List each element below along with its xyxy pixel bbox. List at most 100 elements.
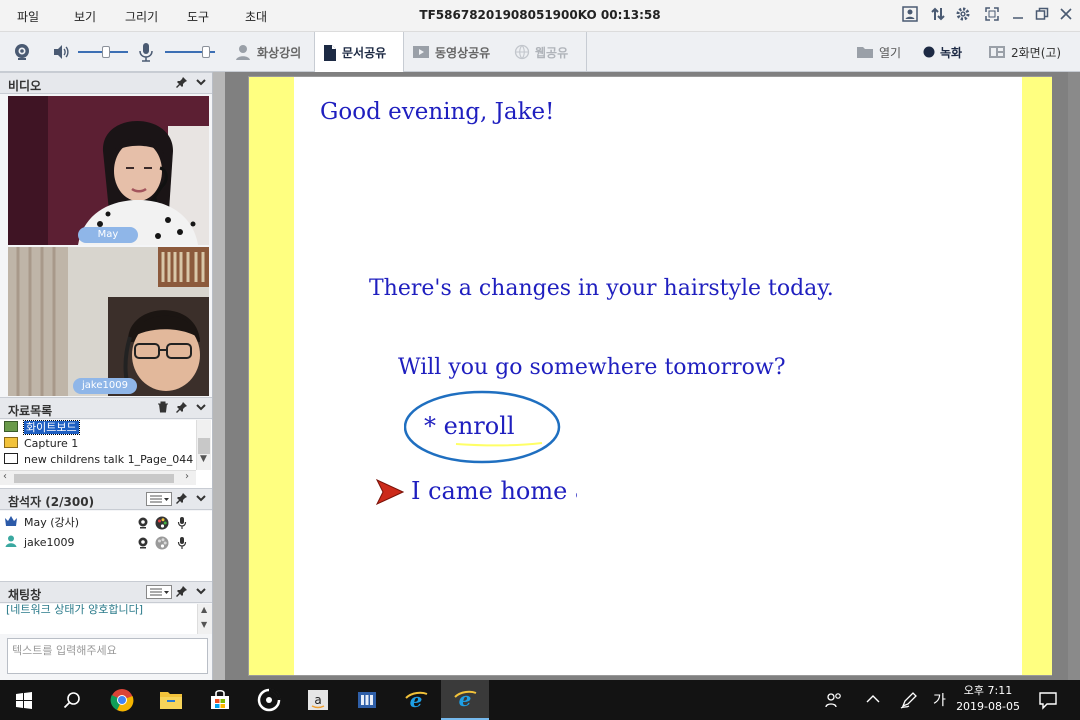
class-app-icon [358,692,376,708]
mic-status-icon [177,536,187,553]
transfer-icon[interactable] [928,6,948,26]
materials-panel-title: 자료목록 [8,404,53,418]
materials-panel-header: 자료목록 [0,397,212,419]
menu-file[interactable]: 파일 [17,8,39,25]
internet-explorer-icon: e [405,688,428,712]
student-video-image [8,247,209,396]
toolbar: 화상강의 문서공유 동영상공유 웹공유 열기 녹화 2화면(고) [0,32,1080,73]
participants-panel-header: 참석자 (2/300) [0,488,212,510]
instructor-video-image [8,96,209,245]
chat-input[interactable]: 텍스트를 입력해주세요 [7,638,208,674]
notification-icon[interactable] [1038,690,1058,713]
taskbar-clock[interactable]: 오후 7:11 2019-08-05 [956,683,1020,715]
chrome-app[interactable] [98,680,146,720]
person-icon [5,535,17,547]
menu-tools[interactable]: 도구 [187,8,209,25]
profile-icon[interactable] [900,6,920,26]
materials-horizontal-scrollbar[interactable]: ‹ › [0,470,196,485]
taskbar: a e e 가 오후 7:11 2019-08-05 [0,680,1080,720]
people-icon[interactable] [825,692,843,711]
list-item-capture[interactable]: Capture 1 [4,436,194,452]
chevron-up-icon[interactable] [866,693,880,708]
speaker-volume-knob[interactable] [102,46,110,58]
media-app[interactable] [245,680,293,720]
layout-button[interactable]: 2화면(고) [980,32,1076,72]
tab-document-share[interactable]: 문서공유 [314,32,404,73]
menu-invite[interactable]: 초대 [245,8,267,25]
chevron-down-icon[interactable] [194,492,208,506]
tab-web-share[interactable]: 웹공유 [506,32,586,72]
record-button[interactable]: 녹화 [915,32,977,72]
chat-options-toggle[interactable] [146,585,172,599]
menu-view[interactable]: 보기 [74,8,96,25]
pin-icon[interactable] [175,401,189,415]
pen-icon[interactable] [900,691,918,712]
amazon-app[interactable]: a [294,680,342,720]
gear-icon[interactable] [953,6,973,26]
globe-icon [514,44,530,60]
chevron-down-icon[interactable] [194,585,208,599]
video-name-label: May [78,227,138,243]
chat-message: [네트워크 상태가 양호합니다] [6,604,144,616]
mic-volume-knob[interactable] [202,46,210,58]
store-icon [211,689,229,709]
start-button[interactable] [0,680,48,720]
layout-icon [989,46,1005,58]
chevron-down-icon[interactable] [194,401,208,415]
chevron-down-icon[interactable] [194,76,208,90]
chat-panel-header: 채팅창 [0,581,212,603]
chat-scrollbar[interactable]: ▲ ▼ [197,604,212,634]
slide-left-margin [249,77,294,675]
scroll-down-icon[interactable]: ▼ [201,620,207,629]
ie-app-active[interactable]: e [441,680,489,720]
webcam-status-icon [137,537,149,552]
scroll-up-icon[interactable]: ▲ [201,605,207,614]
chrome-icon [110,689,134,712]
palette-icon[interactable] [155,516,169,533]
participants-panel-title: 참석자 (2/300) [8,495,95,509]
tab-video-lecture[interactable]: 화상강의 [226,32,314,72]
list-item-page[interactable]: new childrens talk 1_Page_044 [4,452,194,468]
disc-icon [257,688,281,712]
file-explorer-app[interactable] [147,680,195,720]
slide-line-tomorrow: Will you go somewhere tomorrow? [398,355,786,380]
slide-line-cropped: I came home a [411,477,577,511]
open-button[interactable]: 열기 [848,32,910,72]
whiteboard-icon [4,421,18,432]
folder-icon [857,47,873,58]
trash-icon[interactable] [156,401,170,415]
scroll-down-icon[interactable]: ▼ [200,454,207,464]
tab-video-share[interactable]: 동영상공유 [404,32,506,72]
fullscreen-icon[interactable] [982,6,1002,26]
search-button[interactable] [48,680,96,720]
participants-list: May (강사) jake1009 [0,511,212,581]
pin-icon[interactable] [175,492,189,506]
scroll-left-icon[interactable]: ‹ [3,471,7,482]
mic-status-icon [177,516,187,533]
microphone-icon[interactable] [137,42,155,65]
slide-line-hairstyle: There's a changes in your hairstyle toda… [369,276,834,301]
pin-icon[interactable] [175,76,189,90]
menu-draw[interactable]: 그리기 [125,8,158,25]
document-slide[interactable]: Good evening, Jake! There's a changes in… [248,76,1052,676]
restore-icon[interactable] [1032,6,1052,26]
title-bar: 파일 보기 그리기 도구 초대 TF58678201908051900KO 00… [0,0,1080,32]
list-item-whiteboard[interactable]: 화이트보드 [4,420,194,436]
palette-icon[interactable] [155,536,169,553]
materials-vertical-scrollbar[interactable]: ▼ [196,420,211,470]
list-view-toggle[interactable] [146,492,172,506]
ie-app[interactable]: e [392,680,440,720]
class-app[interactable] [343,680,391,720]
video-feed-instructor[interactable]: May [8,96,209,245]
amazon-icon: a [308,690,328,710]
speaker-icon[interactable] [52,43,70,64]
video-name-label: jake1009 [73,378,137,394]
store-app[interactable] [196,680,244,720]
video-feed-student[interactable]: jake1009 [8,247,209,396]
pin-icon[interactable] [175,585,189,599]
close-icon[interactable] [1056,6,1076,26]
ime-indicator[interactable]: 가 [933,690,946,710]
minimize-icon[interactable] [1008,6,1028,26]
scroll-right-icon[interactable]: › [185,471,189,482]
webcam-icon[interactable] [12,42,32,65]
